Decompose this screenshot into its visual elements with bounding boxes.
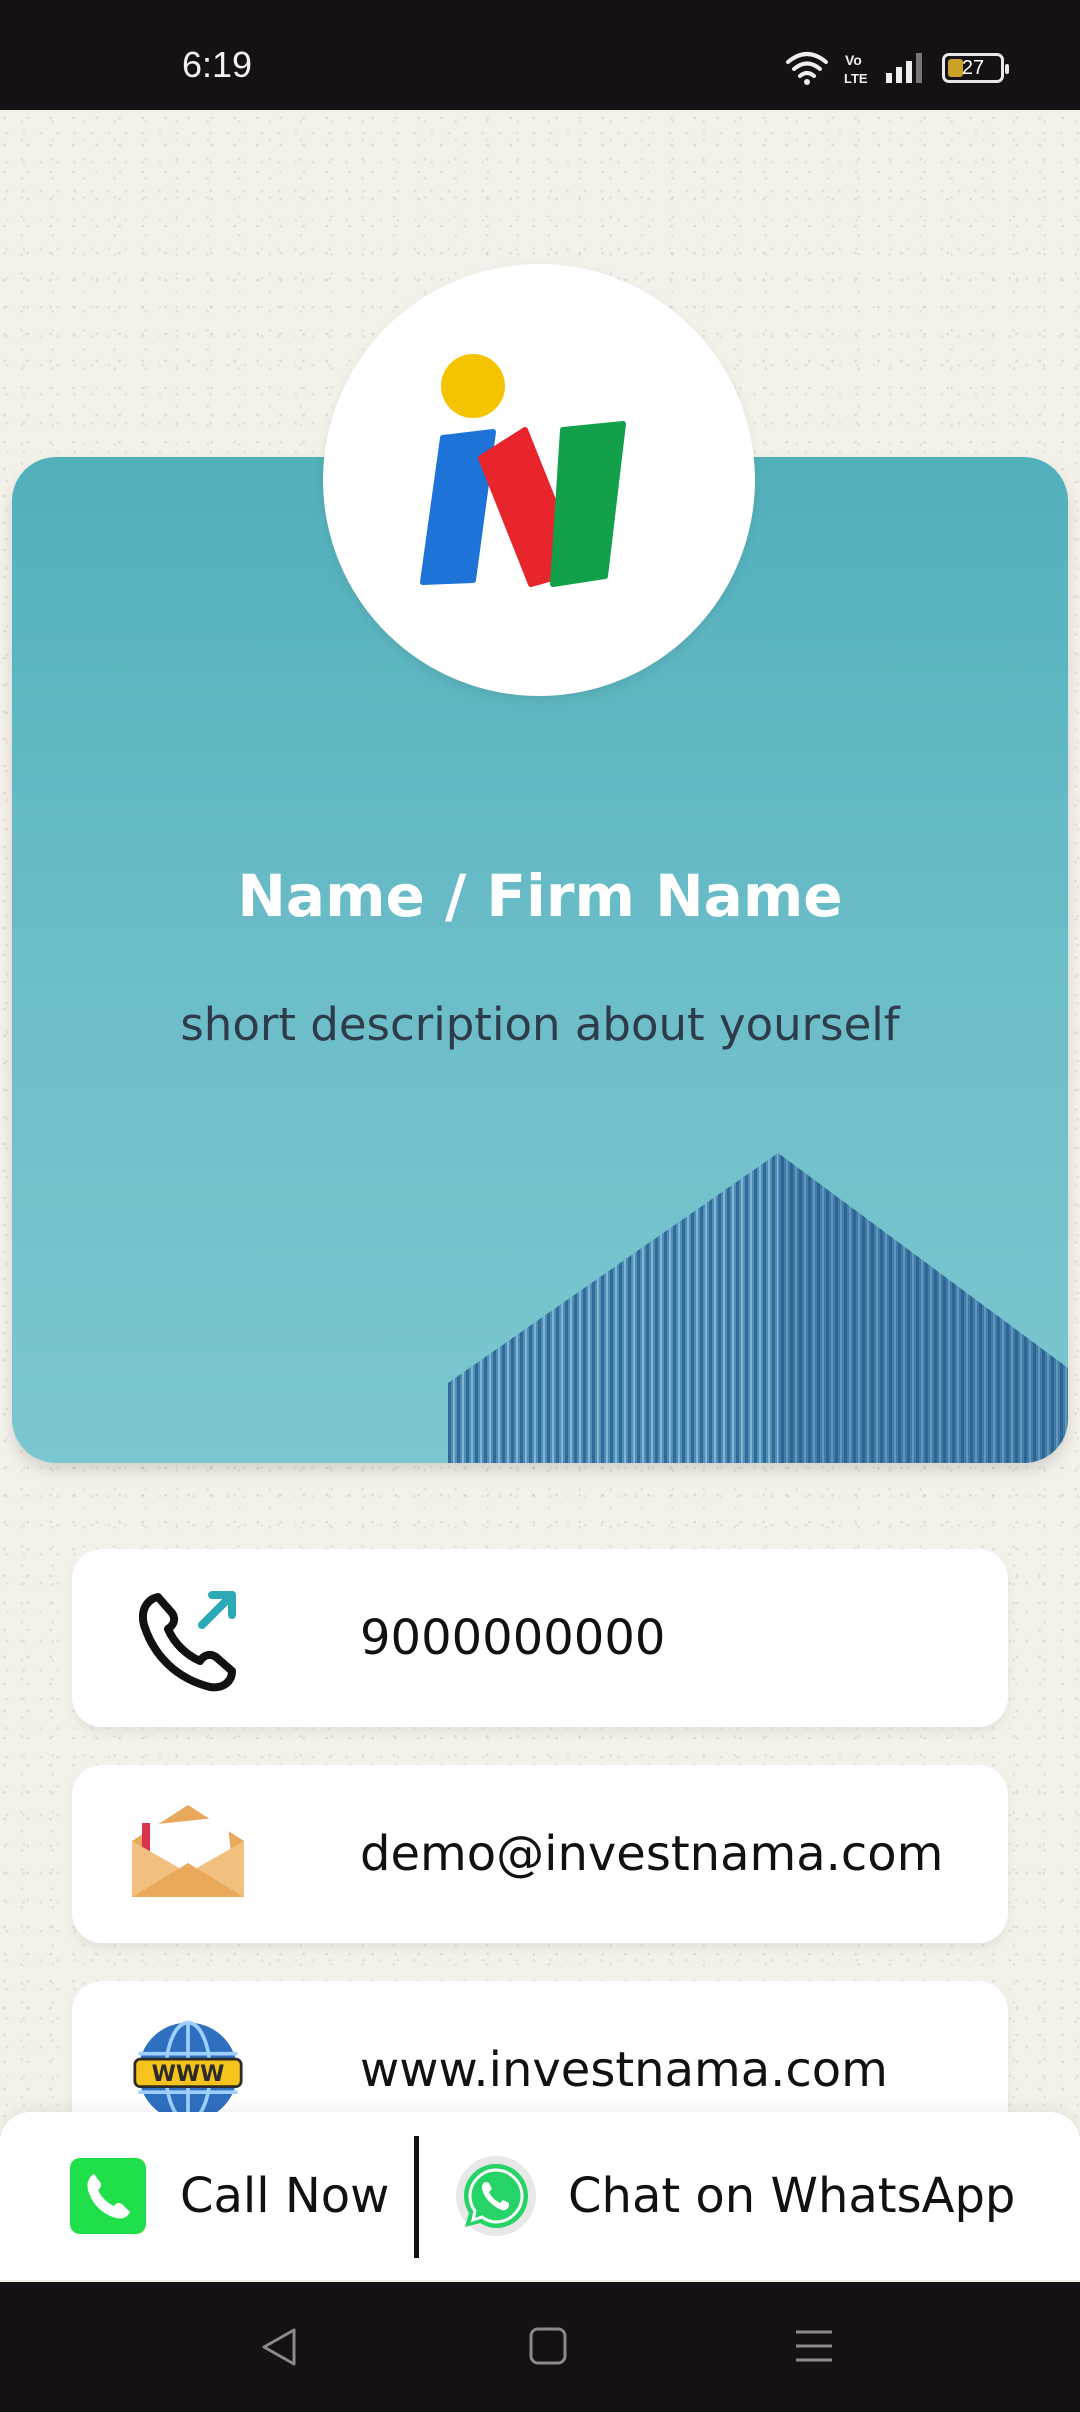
profile-description: short description about yourself: [180, 998, 900, 1051]
wifi-icon: [786, 52, 828, 85]
chat-on-whatsapp-label: Chat on WhatsApp: [568, 2168, 1016, 2224]
logo-circle: [323, 264, 755, 696]
phone-icon: [70, 2158, 146, 2234]
call-now-button[interactable]: Call Now: [70, 2156, 389, 2236]
status-icons: Vo LTE 27: [784, 48, 1009, 88]
investnama-logo-icon: [420, 354, 626, 587]
bottom-action-bar: Call Now Chat on WhatsApp: [0, 2112, 1080, 2280]
svg-text:WWW: WWW: [152, 2062, 225, 2087]
battery-icon: 27: [942, 53, 1009, 83]
phone-outgoing-icon: [139, 1591, 236, 1692]
status-time: 6:19: [182, 44, 253, 85]
system-nav-bar: [0, 2282, 1080, 2412]
email-address: demo@investnama.com: [360, 1826, 944, 1882]
chat-on-whatsapp-button[interactable]: Chat on WhatsApp: [454, 2154, 1015, 2238]
recents-icon[interactable]: [794, 2326, 834, 2366]
home-icon[interactable]: [528, 2326, 568, 2366]
phone-number: 9000000000: [360, 1610, 666, 1666]
svg-text:Vo: Vo: [845, 52, 862, 68]
status-bar: 6:19 Vo LTE 27: [0, 0, 1080, 110]
whatsapp-icon: [456, 2156, 536, 2236]
volte-icon: Vo LTE: [844, 52, 868, 86]
svg-text:LTE: LTE: [844, 71, 868, 86]
back-icon[interactable]: [258, 2326, 300, 2368]
signal-icon: [886, 53, 922, 83]
email-contact-row[interactable]: demo@investnama.com: [72, 1765, 1008, 1943]
battery-level: 27: [961, 56, 985, 79]
profile-name: Name / Firm Name: [237, 862, 843, 930]
globe-www-icon: WWW: [133, 2020, 243, 2124]
action-divider: [414, 2136, 419, 2258]
building-image: [448, 1153, 1068, 1463]
phone-contact-row[interactable]: 9000000000: [72, 1549, 1008, 1727]
envelope-icon: [132, 1805, 244, 1897]
call-now-label: Call Now: [180, 2168, 390, 2224]
